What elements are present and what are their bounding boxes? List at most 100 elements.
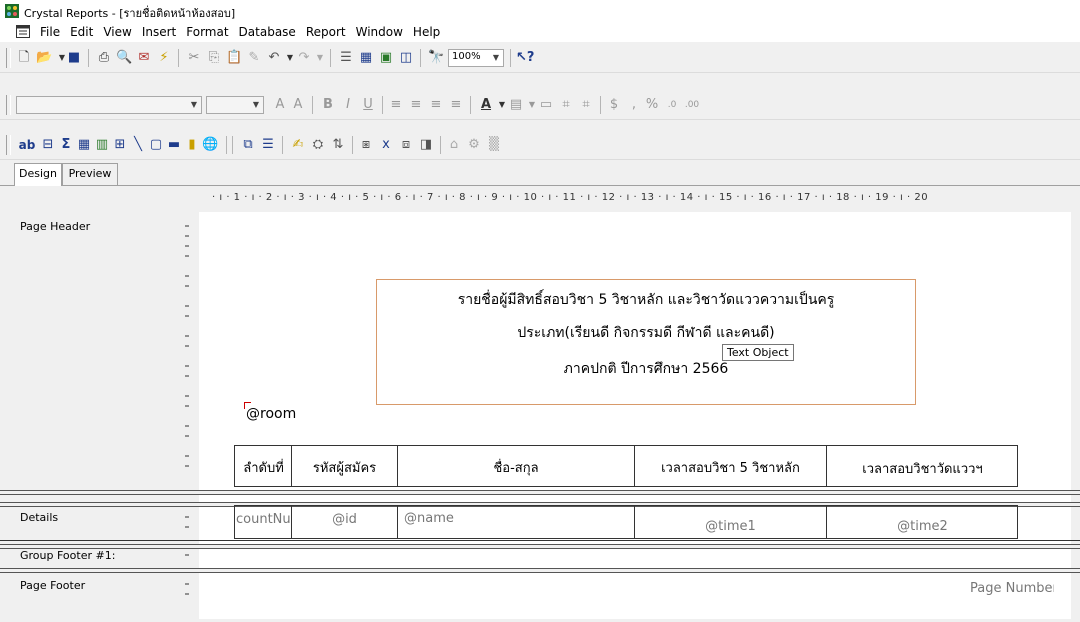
field-time2[interactable]: @time2 <box>829 519 1016 534</box>
cut-icon[interactable]: ✂ <box>186 50 202 66</box>
increase-font-icon[interactable]: A <box>272 97 288 113</box>
underline-icon[interactable]: U <box>360 97 376 113</box>
insert-text-object-button[interactable]: ab <box>18 137 36 153</box>
section-details[interactable]: Details <box>20 511 58 524</box>
font-color-icon[interactable]: A <box>478 97 494 113</box>
align-center-icon[interactable]: ≡ <box>408 97 424 113</box>
header-order[interactable]: ลำดับที่ <box>236 457 291 478</box>
map-icon[interactable]: 🌐 <box>202 137 218 153</box>
formula-icon[interactable]: x <box>378 137 394 153</box>
lock-format-icon[interactable]: ⌗ <box>558 97 574 113</box>
toolbar-grip[interactable] <box>6 95 11 115</box>
new-icon[interactable]: 🗋 <box>16 50 32 66</box>
chevron-down-icon[interactable]: ▼ <box>312 50 328 66</box>
menu-file[interactable]: File <box>40 25 60 39</box>
field-name[interactable]: @name <box>404 511 454 526</box>
repository-update-icon[interactable]: ⚙ <box>466 137 482 153</box>
justify-icon[interactable]: ≡ <box>448 97 464 113</box>
template-icon[interactable]: ⧈ <box>398 137 414 153</box>
menu-format[interactable]: Format <box>186 25 228 39</box>
print-preview-icon[interactable]: 🔍 <box>116 50 132 66</box>
field-id[interactable]: @id <box>294 512 395 527</box>
details-section-divider[interactable] <box>0 490 1080 495</box>
percent-button[interactable]: % <box>644 97 660 113</box>
bold-icon[interactable]: B <box>320 97 336 113</box>
header-name[interactable]: ชื่อ-สกุล <box>400 457 632 478</box>
section-expert-icon[interactable]: ☰ <box>260 137 276 153</box>
suppress-icon[interactable]: ▭ <box>538 97 554 113</box>
options-icon[interactable]: ▒ <box>486 137 502 153</box>
field-time1[interactable]: @time1 <box>637 519 824 534</box>
zoom-select[interactable]: 100% ▼ <box>448 49 504 67</box>
toolbar-grip[interactable] <box>6 48 11 68</box>
increase-decimal-icon[interactable]: .0 <box>664 97 680 113</box>
align-right-icon[interactable]: ≡ <box>428 97 444 113</box>
help-icon[interactable]: ↖? <box>516 50 534 66</box>
italic-icon[interactable]: I <box>340 97 356 113</box>
horizontal-ruler[interactable]: · ı · 1 · ı · 2 · ı · 3 · ı · 4 · ı · 5 … <box>0 186 1080 212</box>
menu-view[interactable]: View <box>103 25 131 39</box>
tab-design[interactable]: Design <box>14 163 62 186</box>
find-icon[interactable]: 🔭 <box>428 50 444 66</box>
hyperlink-icon[interactable]: ⧉ <box>240 137 256 153</box>
comma-button[interactable]: , <box>626 97 642 113</box>
group-footer-divider[interactable] <box>0 544 1080 549</box>
group-tree-icon[interactable]: ☰ <box>338 50 354 66</box>
undo-icon[interactable]: ↶ <box>266 50 282 66</box>
menu-database[interactable]: Database <box>239 25 296 39</box>
menu-insert[interactable]: Insert <box>142 25 176 39</box>
menu-report[interactable]: Report <box>306 25 346 39</box>
select-expert-icon[interactable]: ⛭ <box>310 137 326 153</box>
header-applicant-id[interactable]: รหัสผู้สมัคร <box>294 457 395 478</box>
cross-tab-icon[interactable]: ▦ <box>76 137 92 153</box>
section-page-footer[interactable]: Page Footer <box>20 579 85 592</box>
refresh-icon[interactable]: ⚡ <box>156 50 172 66</box>
page-number-box[interactable]: Page Number <box>970 575 1054 607</box>
copy-icon[interactable]: ⎘ <box>206 50 222 66</box>
formula-workshop-icon[interactable]: ⧆ <box>358 137 374 153</box>
menu-edit[interactable]: Edit <box>70 25 93 39</box>
paste-icon[interactable]: 📋 <box>226 50 242 66</box>
tab-preview[interactable]: Preview <box>62 163 118 185</box>
subreport-icon[interactable]: ⊞ <box>112 137 128 153</box>
format-painter-icon[interactable]: ✎ <box>246 50 262 66</box>
print-icon[interactable]: ⎙ <box>96 50 112 66</box>
header-time1[interactable]: เวลาสอบวิชา 5 วิชาหลัก <box>637 457 824 478</box>
document-icon[interactable] <box>16 25 30 38</box>
menu-window[interactable]: Window <box>356 25 403 39</box>
field-explorer-icon[interactable]: ▦ <box>358 50 374 66</box>
design-canvas[interactable] <box>199 212 1071 619</box>
summary-button[interactable]: Σ <box>58 137 74 153</box>
sort-expert-icon[interactable]: ⇅ <box>330 137 346 153</box>
field-count[interactable]: countNu <box>236 512 291 527</box>
section-group-footer[interactable]: Group Footer #1: <box>20 549 115 562</box>
chevron-down-icon[interactable]: ▼ <box>187 97 201 113</box>
line-icon[interactable]: ╲ <box>130 137 146 153</box>
border-icon[interactable]: ▤ <box>508 97 524 113</box>
font-name-select[interactable]: ▼ <box>16 96 202 114</box>
group-icon[interactable]: ⊟ <box>40 137 56 153</box>
save-icon[interactable]: ■ <box>66 50 82 66</box>
database-expert-icon[interactable]: ◨ <box>418 137 434 153</box>
page-footer-divider[interactable] <box>0 568 1080 573</box>
vertical-ruler[interactable] <box>175 212 197 619</box>
font-size-select[interactable]: ▼ <box>206 96 264 114</box>
highlighting-icon[interactable]: ✍ <box>290 137 306 153</box>
decrease-decimal-icon[interactable]: .00 <box>684 97 700 113</box>
export-icon[interactable]: ✉ <box>136 50 152 66</box>
lock-size-icon[interactable]: ⌗ <box>578 97 594 113</box>
room-field[interactable]: @room <box>246 406 296 422</box>
publish-icon[interactable]: ⌂ <box>446 137 462 153</box>
decrease-font-icon[interactable]: A <box>290 97 306 113</box>
picture-icon[interactable]: ▬ <box>166 137 182 153</box>
menu-help[interactable]: Help <box>413 25 440 39</box>
section-page-header[interactable]: Page Header <box>20 220 90 233</box>
report-explorer-icon[interactable]: ▣ <box>378 50 394 66</box>
header-time2[interactable]: เวลาสอบวิชาวัดแววฯ <box>829 458 1016 479</box>
chevron-down-icon[interactable]: ▼ <box>249 97 263 113</box>
chart-icon[interactable]: ▮ <box>184 137 200 153</box>
align-left-icon[interactable]: ≡ <box>388 97 404 113</box>
open-icon[interactable]: 📂 <box>36 50 52 66</box>
toolbar-grip[interactable] <box>6 135 11 155</box>
olap-grid-icon[interactable]: ▥ <box>94 137 110 153</box>
